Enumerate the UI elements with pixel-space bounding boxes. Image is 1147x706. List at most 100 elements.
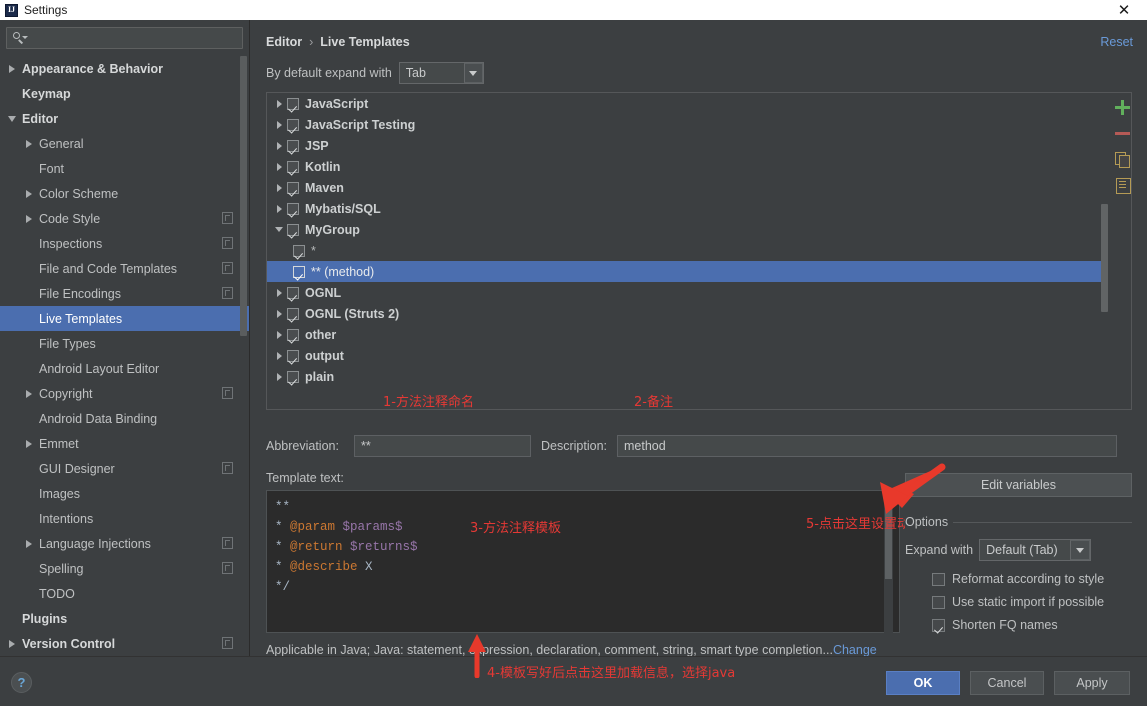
template-tree-row[interactable]: OGNL (Struts 2)	[267, 303, 1108, 324]
sidebar-item-general[interactable]: General	[0, 131, 249, 156]
sidebar-item-file-types[interactable]: File Types	[0, 331, 249, 356]
expand-with-option-dropdown[interactable]: Default (Tab)	[979, 539, 1091, 561]
sidebar-item-color-scheme[interactable]: Color Scheme	[0, 181, 249, 206]
template-tree-row[interactable]: plain	[267, 366, 1108, 387]
reformat-checkbox[interactable]	[932, 573, 945, 586]
template-checkbox[interactable]	[287, 350, 299, 362]
template-checkbox[interactable]	[287, 182, 299, 194]
template-tree-row[interactable]: output	[267, 345, 1108, 366]
remove-template-button[interactable]	[1112, 123, 1134, 145]
sidebar-item-inspections[interactable]: Inspections	[0, 231, 249, 256]
template-tree-row[interactable]: OGNL	[267, 282, 1108, 303]
description-input[interactable]: method	[617, 435, 1117, 457]
template-tree-row[interactable]: MyGroup	[267, 219, 1108, 240]
chevron-right-icon[interactable]	[26, 190, 32, 198]
template-checkbox[interactable]	[287, 371, 299, 383]
sidebar-item-file-encodings[interactable]: File Encodings	[0, 281, 249, 306]
sidebar-item-plugins[interactable]: Plugins	[0, 606, 249, 631]
template-checkbox[interactable]	[293, 245, 305, 257]
chevron-right-icon[interactable]	[277, 331, 282, 339]
chevron-right-icon[interactable]	[9, 640, 15, 648]
template-tree-row[interactable]: JavaScript	[267, 93, 1108, 114]
sidebar-item-live-templates[interactable]: Live Templates	[0, 306, 249, 331]
template-checkbox[interactable]	[287, 161, 299, 173]
shorten-fq-checkbox[interactable]	[932, 619, 945, 632]
chevron-right-icon[interactable]	[277, 142, 282, 150]
sidebar-item-android-data-binding[interactable]: Android Data Binding	[0, 406, 249, 431]
chevron-down-icon[interactable]	[275, 227, 283, 232]
template-text-editor[interactable]: ** * @param $params$ * @return $returns$…	[266, 490, 900, 633]
add-template-button[interactable]	[1112, 97, 1134, 119]
sidebar-item-emmet[interactable]: Emmet	[0, 431, 249, 456]
sidebar-item-gui-designer[interactable]: GUI Designer	[0, 456, 249, 481]
templates-scrollbar[interactable]	[1101, 94, 1108, 408]
chevron-right-icon[interactable]	[277, 310, 282, 318]
chevron-right-icon[interactable]	[26, 215, 32, 223]
sidebar-item-images[interactable]: Images	[0, 481, 249, 506]
templates-tree[interactable]: JavaScriptJavaScript TestingJSPKotlinMav…	[267, 93, 1108, 409]
template-checkbox[interactable]	[287, 224, 299, 236]
help-icon[interactable]: ?	[11, 672, 32, 693]
close-icon[interactable]: ✕	[1109, 0, 1139, 20]
template-checkbox[interactable]	[287, 119, 299, 131]
sidebar-item-language-injections[interactable]: Language Injections	[0, 531, 249, 556]
sidebar-scrollbar[interactable]	[240, 56, 247, 616]
sidebar-item-spelling[interactable]: Spelling	[0, 556, 249, 581]
template-tree-row[interactable]: JSP	[267, 135, 1108, 156]
abbreviation-input[interactable]: **	[354, 435, 531, 457]
static-import-checkbox-row[interactable]: Use static import if possible	[932, 595, 1104, 609]
sidebar-item-version-control[interactable]: Version Control	[0, 631, 249, 656]
chevron-down-icon[interactable]	[464, 63, 483, 83]
chevron-right-icon[interactable]	[26, 140, 32, 148]
reformat-checkbox-row[interactable]: Reformat according to style	[932, 572, 1104, 586]
chevron-right-icon[interactable]	[277, 184, 282, 192]
sidebar-item-intentions[interactable]: Intentions	[0, 506, 249, 531]
template-tree-row[interactable]: ** (method)	[267, 261, 1108, 282]
sidebar-item-appearance-behavior[interactable]: Appearance & Behavior	[0, 56, 249, 81]
sidebar-item-editor[interactable]: Editor	[0, 106, 249, 131]
apply-button[interactable]: Apply	[1054, 671, 1130, 695]
ok-button[interactable]: OK	[886, 671, 960, 695]
template-checkbox[interactable]	[287, 98, 299, 110]
reset-link[interactable]: Reset	[1100, 35, 1133, 49]
sidebar-item-file-and-code-templates[interactable]: File and Code Templates	[0, 256, 249, 281]
chevron-right-icon[interactable]	[26, 440, 32, 448]
copy-to-group-button[interactable]	[1112, 175, 1134, 197]
template-checkbox[interactable]	[287, 329, 299, 341]
template-tree-row[interactable]: Kotlin	[267, 156, 1108, 177]
search-input[interactable]	[6, 27, 243, 49]
template-tree-row[interactable]: JavaScript Testing	[267, 114, 1108, 135]
chevron-right-icon[interactable]	[9, 65, 15, 73]
sidebar-item-android-layout-editor[interactable]: Android Layout Editor	[0, 356, 249, 381]
template-tree-row[interactable]: *	[267, 240, 1108, 261]
sidebar-item-todo[interactable]: TODO	[0, 581, 249, 606]
chevron-right-icon[interactable]	[277, 352, 282, 360]
template-tree-row[interactable]: Mybatis/SQL	[267, 198, 1108, 219]
template-checkbox[interactable]	[287, 308, 299, 320]
sidebar-item-keymap[interactable]: Keymap	[0, 81, 249, 106]
chevron-down-icon[interactable]	[8, 116, 16, 122]
chevron-right-icon[interactable]	[277, 205, 282, 213]
cancel-button[interactable]: Cancel	[970, 671, 1044, 695]
duplicate-template-button[interactable]	[1112, 149, 1134, 171]
chevron-right-icon[interactable]	[277, 289, 282, 297]
template-checkbox[interactable]	[287, 287, 299, 299]
template-checkbox[interactable]	[287, 140, 299, 152]
sidebar-item-code-style[interactable]: Code Style	[0, 206, 249, 231]
sidebar-item-copyright[interactable]: Copyright	[0, 381, 249, 406]
template-tree-row[interactable]: other	[267, 324, 1108, 345]
chevron-right-icon[interactable]	[277, 163, 282, 171]
template-checkbox[interactable]	[293, 266, 305, 278]
change-context-link[interactable]: Change	[833, 643, 877, 657]
templates-scrollbar-thumb[interactable]	[1101, 204, 1108, 312]
shorten-fq-checkbox-row[interactable]: Shorten FQ names	[932, 618, 1058, 632]
chevron-right-icon[interactable]	[277, 100, 282, 108]
template-tree-row[interactable]: Maven	[267, 177, 1108, 198]
chevron-right-icon[interactable]	[26, 390, 32, 398]
expand-with-dropdown[interactable]: Tab	[399, 62, 484, 84]
sidebar-scrollbar-thumb[interactable]	[240, 56, 247, 336]
template-checkbox[interactable]	[287, 203, 299, 215]
sidebar-item-font[interactable]: Font	[0, 156, 249, 181]
breadcrumb-root[interactable]: Editor	[266, 35, 302, 49]
chevron-right-icon[interactable]	[277, 121, 282, 129]
